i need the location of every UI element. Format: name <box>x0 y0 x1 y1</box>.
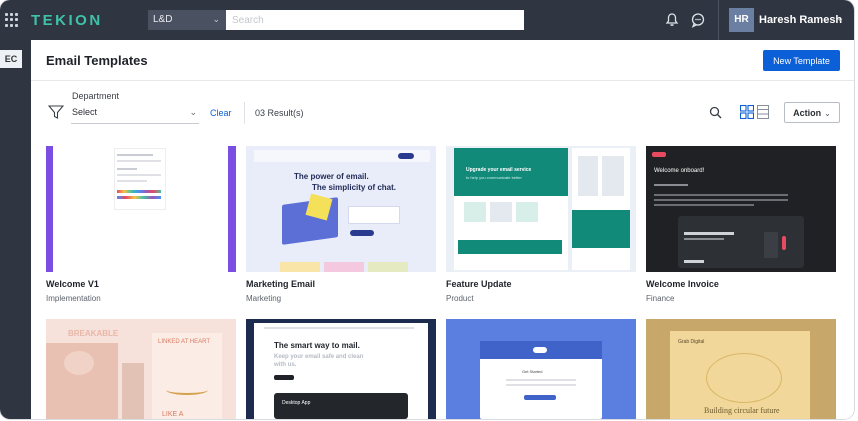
preview-headline: Welcome onboard! <box>654 168 705 174</box>
grid-view-icon[interactable] <box>740 105 754 119</box>
preview-headline: Upgrade your email service <box>466 167 532 173</box>
chevron-down-icon: ⌄ <box>824 108 831 118</box>
global-search-input[interactable] <box>226 10 524 30</box>
preview-subheadline: Keep your email safe and clean with us. <box>274 354 364 368</box>
template-thumbnail[interactable]: Get Started <box>446 319 636 419</box>
header-divider <box>31 80 854 81</box>
new-template-button[interactable]: New Template <box>763 50 840 71</box>
preview-text: LIKE A <box>162 411 184 418</box>
user-name[interactable]: Haresh Ramesh <box>759 14 842 26</box>
app-launcher-icon[interactable] <box>5 13 19 27</box>
scope-dropdown[interactable]: L&D ⌄ <box>148 10 226 30</box>
template-thumbnail[interactable]: The smart way to mail. Keep your email s… <box>246 319 436 419</box>
chevron-down-icon: ⌄ <box>212 14 220 24</box>
department-select-value: Select <box>72 107 98 117</box>
left-rail <box>0 40 31 419</box>
search-icon[interactable] <box>709 106 722 119</box>
preview-text: Grab Digital <box>678 339 705 345</box>
preview-subheadline: The simplicity of chat. <box>312 183 397 192</box>
department-label: Department <box>72 91 120 101</box>
brand-logo: TEKION <box>31 12 103 29</box>
template-thumbnail[interactable]: Upgrade your email service to help you c… <box>446 146 636 272</box>
results-count: 03 Result(s) <box>255 108 304 118</box>
preview-headline: Building circular future <box>704 406 780 415</box>
preview-headline: The smart way to mail. <box>274 341 360 350</box>
filter-icon[interactable] <box>48 104 64 120</box>
template-name: Feature Update <box>446 279 512 289</box>
preview-subheadline: to help you communicate better <box>466 175 522 180</box>
template-thumbnail[interactable]: The power of email. The simplicity of ch… <box>246 146 436 272</box>
template-name: Marketing Email <box>246 279 316 289</box>
topbar-divider <box>718 0 719 40</box>
template-category: Implementation <box>46 294 101 303</box>
clear-filters-link[interactable]: Clear <box>210 108 232 118</box>
app-window: TEKION L&D ⌄ HR Haresh Ramesh ⌄ EC Email… <box>0 0 854 419</box>
template-thumbnail[interactable]: BREAKABLE LINKED AT HEART LIKE A <box>46 319 236 419</box>
bell-icon[interactable] <box>664 12 680 28</box>
template-name: Welcome Invoice <box>646 279 719 289</box>
top-bar: TEKION L&D ⌄ HR Haresh Ramesh ⌄ <box>0 0 854 40</box>
preview-text: LINKED AT HEART <box>158 339 211 345</box>
app-badge[interactable]: EC <box>0 50 22 68</box>
chevron-down-icon[interactable]: ⌄ <box>836 13 844 24</box>
action-label: Action <box>793 107 822 118</box>
template-thumbnail[interactable]: Grab Digital Building circular future <box>646 319 836 419</box>
page-title: Email Templates <box>46 53 148 68</box>
scope-label: L&D <box>153 14 173 25</box>
chevron-down-icon: ⌄ <box>189 107 197 117</box>
preview-headline: The power of email. <box>294 172 369 181</box>
preview-text: BREAKABLE <box>68 329 119 338</box>
filter-divider <box>244 102 245 124</box>
template-thumbnail[interactable]: Welcome onboard! <box>646 146 836 272</box>
avatar[interactable]: HR <box>729 8 754 32</box>
preview-text: Get Started <box>522 369 543 374</box>
template-category: Finance <box>646 294 675 303</box>
template-category: Marketing <box>246 294 282 303</box>
department-select[interactable]: Select ⌄ <box>71 106 199 124</box>
chat-icon[interactable] <box>690 12 706 28</box>
list-view-icon[interactable] <box>757 105 769 119</box>
action-dropdown-button[interactable]: Action ⌄ <box>784 102 840 123</box>
template-thumbnail[interactable] <box>46 146 236 272</box>
preview-text: Desktop App <box>282 400 311 406</box>
template-category: Product <box>446 294 474 303</box>
template-name: Welcome V1 <box>46 279 99 289</box>
main-content: Email Templates New Template Department … <box>31 40 854 419</box>
